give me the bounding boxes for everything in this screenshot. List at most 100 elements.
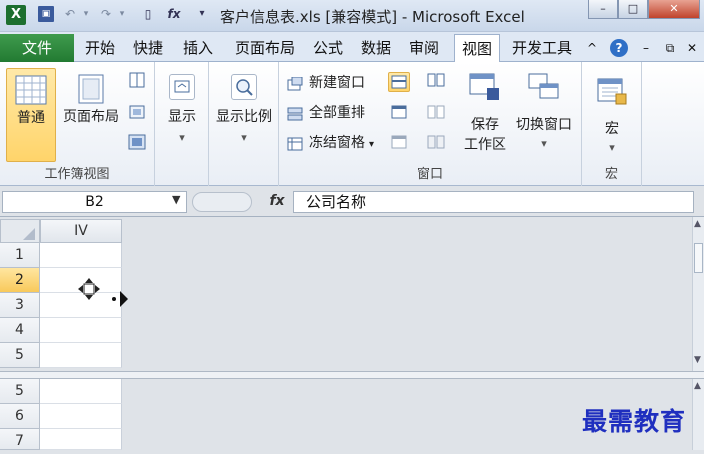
row-header-active[interactable]: 2 bbox=[0, 268, 40, 293]
save-workspace-icon bbox=[469, 72, 501, 102]
row-header[interactable]: 3 bbox=[0, 293, 40, 318]
collapse-ribbon-icon[interactable]: ^ bbox=[584, 34, 600, 62]
macros-button[interactable]: 宏 ▾ bbox=[588, 68, 636, 162]
doc-close-icon[interactable]: ✕ bbox=[684, 34, 700, 62]
custom-views-icon[interactable] bbox=[128, 104, 146, 120]
move-cursor-icon bbox=[78, 278, 100, 300]
hide-window-icon[interactable] bbox=[390, 104, 408, 120]
normal-view-icon bbox=[15, 75, 47, 105]
name-box[interactable]: B2 bbox=[2, 191, 187, 213]
normal-view-button[interactable]: 普通 bbox=[6, 68, 56, 162]
tab-review[interactable]: 审阅 bbox=[404, 34, 444, 62]
cell[interactable] bbox=[40, 379, 122, 404]
zoom-dropdown-icon: ▾ bbox=[241, 131, 247, 144]
synchronous-scrolling-icon[interactable] bbox=[427, 104, 445, 120]
freeze-panes-icon bbox=[287, 136, 303, 151]
view-side-by-side-icon[interactable] bbox=[427, 72, 445, 88]
undo-dropdown-icon[interactable]: ▾ bbox=[78, 6, 94, 22]
unhide-window-icon[interactable] bbox=[390, 134, 408, 150]
tab-insert[interactable]: 插入 bbox=[178, 34, 218, 62]
redo-icon[interactable]: ↷ bbox=[98, 6, 114, 22]
row-header[interactable]: 5 bbox=[0, 343, 40, 368]
watermark-text: 最需教育 bbox=[582, 407, 687, 436]
tab-developer[interactable]: 开发工具 bbox=[506, 34, 578, 62]
freeze-dropdown-icon: ▾ bbox=[369, 139, 375, 150]
zoom-button[interactable]: 显示比例 ▾ bbox=[211, 68, 277, 162]
tab-home[interactable]: 开始 bbox=[80, 34, 120, 62]
zoom-label: 显示比例 bbox=[216, 109, 272, 125]
file-tab[interactable]: 文件 bbox=[0, 34, 74, 62]
fx-icon[interactable]: fx bbox=[166, 6, 182, 22]
new-doc-icon[interactable]: ▯ bbox=[140, 6, 156, 22]
switch-window-button[interactable]: 切换窗口 ▾ bbox=[511, 68, 577, 162]
full-screen-icon[interactable] bbox=[128, 134, 146, 150]
cell[interactable] bbox=[40, 404, 122, 429]
vertical-scrollbar-bottom[interactable]: ▲ bbox=[692, 379, 704, 450]
scroll-down-icon[interactable]: ▼ bbox=[694, 355, 701, 365]
close-button[interactable]: ✕ bbox=[648, 0, 700, 19]
save-workspace-button[interactable]: 保存 工作区 bbox=[457, 68, 513, 162]
page-layout-icon bbox=[75, 74, 107, 104]
cell[interactable] bbox=[40, 429, 122, 450]
row-header[interactable]: 5 bbox=[0, 379, 40, 404]
window-group: 新建窗口 全部重排 冻结窗格 ▾ 保存 工作区 切换窗口 ▾ 窗口 bbox=[279, 62, 582, 186]
formula-input[interactable]: 公司名称 bbox=[293, 191, 694, 213]
ribbon-tabs: 文件 开始 快捷 插入 页面布局 公式 数据 审阅 视图 开发工具 ^ ? – … bbox=[0, 32, 704, 62]
save-workspace-label-line1: 保存 bbox=[471, 117, 499, 133]
tab-page-layout[interactable]: 页面布局 bbox=[228, 34, 302, 62]
new-window-button[interactable]: 新建窗口 bbox=[287, 72, 365, 94]
macros-dropdown-icon: ▾ bbox=[609, 141, 615, 154]
maximize-button[interactable]: □ bbox=[618, 0, 648, 19]
window-title: 客户信息表.xls [兼容模式] - Microsoft Excel bbox=[220, 8, 525, 26]
pane-split-bar[interactable] bbox=[0, 371, 704, 379]
column-header-iv[interactable]: IV bbox=[40, 219, 122, 243]
select-all-corner[interactable] bbox=[0, 219, 40, 243]
row-header[interactable]: 1 bbox=[0, 243, 40, 268]
show-group: 显示 ▾ bbox=[155, 62, 209, 186]
cell[interactable] bbox=[40, 343, 122, 368]
arrange-all-icon bbox=[287, 106, 303, 121]
name-box-dropdown-icon[interactable]: ▼ bbox=[172, 193, 180, 206]
page-layout-view-button[interactable]: 页面布局 bbox=[58, 68, 124, 162]
workbook-views-group-label: 工作簿视图 bbox=[44, 167, 110, 182]
row-header[interactable]: 4 bbox=[0, 318, 40, 343]
cell[interactable] bbox=[40, 243, 122, 268]
freeze-panes-button[interactable]: 冻结窗格 ▾ bbox=[287, 132, 374, 154]
switch-window-dropdown-icon: ▾ bbox=[541, 137, 547, 150]
redo-dropdown-icon[interactable]: ▾ bbox=[114, 6, 130, 22]
scroll-up-icon[interactable]: ▲ bbox=[694, 219, 701, 229]
formula-bar: B2 ▼ fx 公司名称 bbox=[0, 187, 704, 217]
undo-icon[interactable]: ↶ bbox=[62, 6, 78, 22]
split-icon[interactable] bbox=[388, 72, 410, 92]
page-layout-label: 页面布局 bbox=[63, 109, 119, 125]
tab-view[interactable]: 视图 bbox=[454, 34, 500, 62]
doc-minimize-icon[interactable]: – bbox=[638, 34, 654, 62]
tab-data[interactable]: 数据 bbox=[356, 34, 396, 62]
macros-icon bbox=[596, 76, 628, 106]
scroll-thumb[interactable] bbox=[694, 243, 703, 273]
tab-shortcuts[interactable]: 快捷 bbox=[128, 34, 168, 62]
show-button[interactable]: 显示 ▾ bbox=[161, 68, 203, 162]
cell[interactable] bbox=[40, 318, 122, 343]
normal-view-label: 普通 bbox=[17, 110, 45, 126]
excel-logo-icon: X bbox=[6, 5, 26, 25]
tab-formulas[interactable]: 公式 bbox=[308, 34, 348, 62]
show-icon bbox=[169, 74, 195, 100]
save-icon[interactable]: ▣ bbox=[38, 6, 54, 22]
new-window-label: 新建窗口 bbox=[309, 75, 365, 91]
arrange-all-button[interactable]: 全部重排 bbox=[287, 102, 365, 124]
insert-function-button[interactable]: fx bbox=[262, 191, 292, 213]
workbook-views-group: 普通 页面布局 工作簿视图 bbox=[0, 62, 155, 186]
customize-icon[interactable]: ▾ bbox=[194, 6, 210, 22]
doc-restore-icon[interactable]: ⧉ bbox=[662, 34, 678, 62]
help-icon[interactable]: ? bbox=[610, 39, 628, 57]
row-header[interactable]: 6 bbox=[0, 404, 40, 429]
row-header[interactable]: 7 bbox=[0, 429, 40, 450]
magnifier-icon bbox=[231, 74, 257, 100]
vertical-scrollbar-top[interactable]: ▲ ▼ bbox=[692, 217, 704, 371]
formula-bar-resize-handle[interactable] bbox=[192, 192, 252, 212]
minimize-button[interactable]: – bbox=[588, 0, 618, 19]
scroll-up-icon[interactable]: ▲ bbox=[694, 381, 701, 391]
page-break-preview-icon[interactable] bbox=[128, 72, 146, 88]
reset-window-position-icon[interactable] bbox=[427, 134, 445, 150]
